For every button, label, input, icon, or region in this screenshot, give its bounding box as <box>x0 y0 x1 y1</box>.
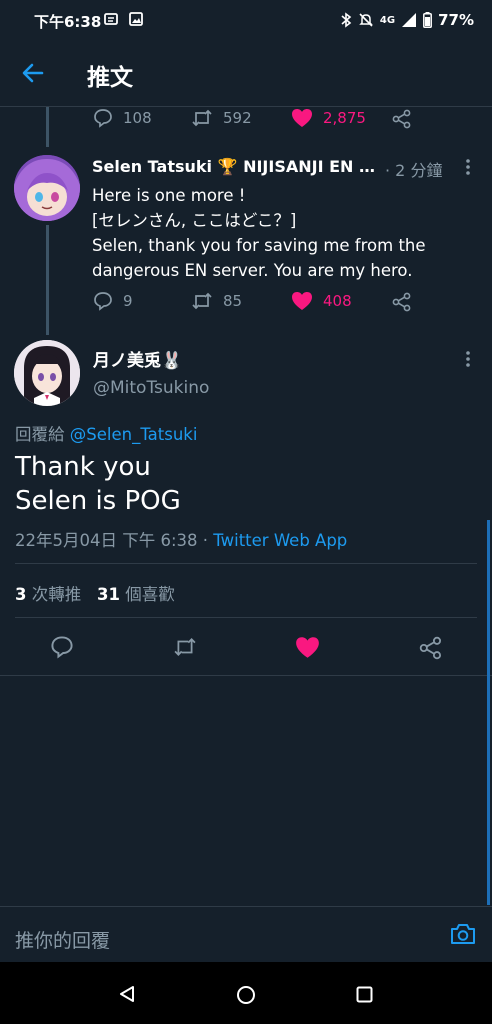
battery-icon <box>423 12 433 28</box>
prev-share-button[interactable] <box>392 109 412 129</box>
main-more-button[interactable] <box>464 350 472 368</box>
main-share-button[interactable] <box>419 636 443 660</box>
status-bar: 下午6:38 4G 77% <box>0 0 492 40</box>
tweet1-line: [セレンさん, ここはどこ？] <box>92 211 297 230</box>
tweet-text-line: Selen is POG <box>15 486 181 516</box>
retweet-icon <box>172 636 198 658</box>
network-type: 4G <box>379 14 396 26</box>
reply-to-user-link[interactable]: @Selen_Tatsuki <box>70 425 198 444</box>
main-author-handle[interactable]: @MitoTsukino <box>93 378 209 398</box>
reply-to-line: 回覆給 @Selen_Tatsuki <box>15 421 197 445</box>
nav-home-icon[interactable] <box>236 985 256 1005</box>
back-arrow-icon[interactable] <box>20 60 46 86</box>
selen-avatar[interactable] <box>14 155 80 221</box>
tweet-timestamp: 22年5月04日 下午 6:38 · <box>15 531 209 550</box>
status-time: 下午6:38 <box>34 13 102 31</box>
tweet-text-line: Thank you <box>15 452 151 482</box>
prev-retweet-button[interactable]: 592 <box>191 108 252 128</box>
notification-icon <box>104 12 118 26</box>
more-vertical-icon <box>464 158 472 176</box>
main-author-name[interactable]: 月ノ美兎🐰 <box>93 346 182 371</box>
heart-filled-icon <box>291 108 313 128</box>
like-stat-link[interactable]: 31 個喜歡 <box>97 585 175 604</box>
mute-icon <box>358 12 374 28</box>
divider <box>15 563 477 564</box>
reply-count: 108 <box>123 109 152 127</box>
tweet1-line: Selen, thank you for saving me from the <box>92 236 426 255</box>
main-retweet-button[interactable] <box>172 636 198 658</box>
tweet1-author-name[interactable]: Selen Tatsuki 🏆 NIJISANJI EN … <box>92 157 375 176</box>
bluetooth-icon <box>340 12 352 28</box>
reply-count: 9 <box>123 292 133 310</box>
engagement-stats: 3 次轉推 31 個喜歡 <box>15 581 175 605</box>
retweet-icon <box>191 291 213 311</box>
main-tweet-text: Thank you Selen is POG <box>15 450 181 518</box>
reply-icon <box>93 108 113 128</box>
divider <box>0 675 492 676</box>
battery-level: 77% <box>438 11 474 29</box>
status-icons: 4G 77% <box>340 11 474 29</box>
reply-composer-bar: 推你的回覆 <box>0 906 492 962</box>
reply-icon <box>93 291 113 311</box>
retweet-stat-count: 3 <box>15 585 27 604</box>
prev-reply-button[interactable]: 108 <box>93 108 152 128</box>
retweet-stat-label: 次轉推 <box>31 585 82 604</box>
main-reply-button[interactable] <box>50 635 74 659</box>
thread-line <box>46 225 49 335</box>
tweet-source-link[interactable]: Twitter Web App <box>213 531 347 550</box>
gallery-icon <box>129 12 143 26</box>
tweet1-more-button[interactable] <box>464 158 472 176</box>
main-like-button[interactable] <box>295 636 320 659</box>
reply-icon <box>50 635 74 659</box>
system-nav-bar <box>0 962 492 1024</box>
heart-filled-icon <box>291 291 313 311</box>
retweet-count: 85 <box>223 292 243 310</box>
mito-avatar[interactable] <box>14 340 80 406</box>
like-count: 408 <box>323 292 352 310</box>
tweet1-like-button[interactable]: 408 <box>291 291 352 311</box>
tweet1-share-button[interactable] <box>392 292 412 312</box>
like-count: 2,875 <box>323 109 366 127</box>
divider <box>15 617 477 618</box>
share-icon <box>392 109 412 129</box>
prev-like-button[interactable]: 2,875 <box>291 108 366 128</box>
tweet1-line: dangerous EN server. You are my hero. <box>92 261 413 280</box>
signal-icon <box>401 12 417 28</box>
retweet-stat-link[interactable]: 3 次轉推 <box>15 585 86 604</box>
camera-icon[interactable] <box>450 923 476 945</box>
scrollbar[interactable] <box>487 520 490 905</box>
more-vertical-icon <box>464 350 472 368</box>
page-title: 推文 <box>87 65 133 91</box>
nav-back-icon[interactable] <box>118 985 136 1003</box>
tweet1-retweet-button[interactable]: 85 <box>191 291 242 311</box>
heart-filled-icon <box>295 636 320 659</box>
tweet1-reply-button[interactable]: 9 <box>93 291 133 311</box>
like-stat-label: 個喜歡 <box>125 585 175 604</box>
share-icon <box>419 636 443 660</box>
tweet1-body: Here is one more ! [セレンさん, ここはどこ？] Selen… <box>92 183 426 283</box>
tweet-meta: 22年5月04日 下午 6:38 · Twitter Web App <box>15 527 347 551</box>
tweet1-line: Here is one more ! <box>92 186 246 205</box>
reply-input[interactable]: 推你的回覆 <box>15 926 110 953</box>
app-header: 推文 <box>0 40 492 107</box>
like-stat-count: 31 <box>96 585 120 604</box>
retweet-count: 592 <box>223 109 252 127</box>
retweet-icon <box>191 108 213 128</box>
nav-recents-icon[interactable] <box>356 986 373 1003</box>
reply-to-label: 回覆給 <box>15 425 65 444</box>
tweet1-timestamp: · 2 分鐘 <box>385 161 443 180</box>
share-icon <box>392 292 412 312</box>
thread-line <box>46 107 49 147</box>
